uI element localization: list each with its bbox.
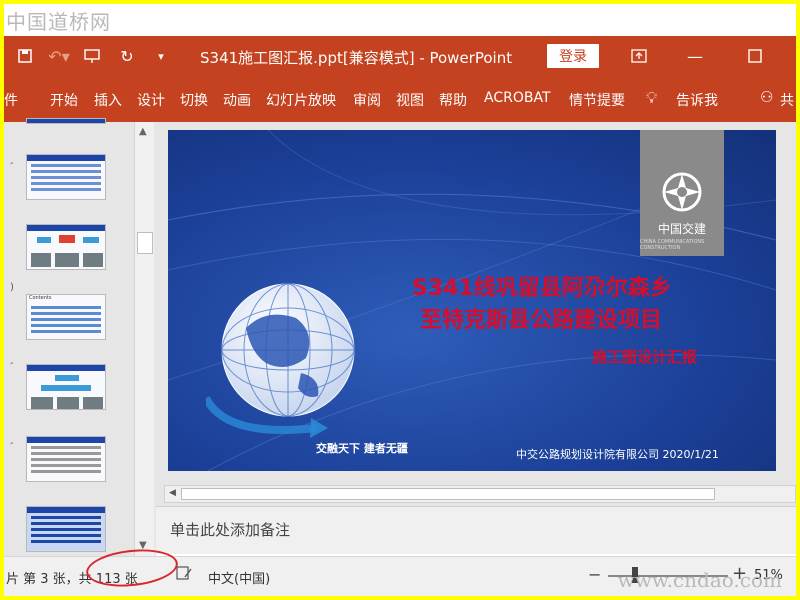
thumb-marker: -: [10, 158, 14, 169]
redo-icon[interactable]: ↻: [114, 43, 140, 69]
undo-icon[interactable]: ↶▾: [46, 43, 72, 69]
horizontal-scrollbar[interactable]: ◀: [164, 485, 796, 503]
tab-design[interactable]: 设计: [137, 90, 165, 110]
scroll-left-icon[interactable]: ◀: [169, 488, 176, 498]
maximize-icon[interactable]: [740, 44, 770, 68]
tab-insert[interactable]: 插入: [94, 90, 122, 110]
quick-access-toolbar: ↶▾ ↻ ▾: [12, 43, 182, 69]
thumb-marker: -: [10, 358, 14, 369]
tab-slideshow[interactable]: 幻灯片放映: [266, 90, 336, 110]
scrollbar-thumb[interactable]: [181, 488, 715, 500]
lightbulb-icon[interactable]: 💡︎: [646, 88, 657, 108]
scroll-up-icon[interactable]: ▲: [139, 126, 147, 137]
tab-view[interactable]: 视图: [396, 90, 424, 110]
logo-subtitle: CHINA COMMUNICATIONS CONSTRUCTION: [640, 239, 705, 251]
tab-share[interactable]: 共: [780, 90, 794, 110]
slide-thumbnail[interactable]: [26, 506, 106, 552]
tab-acrobat[interactable]: ACROBAT: [484, 90, 551, 106]
slide-thumbnail[interactable]: [26, 436, 106, 482]
ribbon-tabs: 件 开始 插入 设计 切换 动画 幻灯片放映 审阅 视图 帮助 ACROBAT …: [4, 76, 796, 122]
tab-animations[interactable]: 动画: [223, 90, 251, 110]
company-logo: 中国交建 CHINA COMMUNICATIONS CONSTRUCTION: [640, 130, 724, 256]
language-indicator[interactable]: 中文(中国): [208, 568, 270, 587]
tab-help[interactable]: 帮助: [439, 90, 467, 110]
slide-title-line1: S341线巩留县阿尕尔森乡: [412, 276, 672, 301]
share-icon[interactable]: ⚇: [760, 88, 773, 106]
login-button[interactable]: 登录: [547, 44, 599, 68]
tell-me-search[interactable]: 告诉我: [676, 90, 718, 110]
spelling-icon[interactable]: [176, 565, 192, 585]
slide-subtitle: 施工图设计汇报: [592, 348, 698, 366]
title-bar: ↶▾ ↻ ▾ S341施工图汇报.ppt[兼容模式] - PowerPoint …: [4, 36, 796, 76]
slide-thumbnail[interactable]: [26, 364, 106, 410]
thumbnail-scrollbar[interactable]: ▲ ▼: [134, 122, 154, 556]
notes-pane[interactable]: 单击此处添加备注: [156, 506, 796, 554]
scrollbar-thumb[interactable]: [137, 232, 153, 254]
ribbon-display-options-icon[interactable]: [624, 44, 654, 68]
slide-thumbnail[interactable]: Contents: [26, 294, 106, 340]
save-icon[interactable]: [12, 43, 38, 69]
tab-review[interactable]: 审阅: [353, 90, 381, 110]
tab-home[interactable]: 开始: [50, 90, 78, 110]
slide-thumbnail[interactable]: [26, 154, 106, 200]
watermark-top: 中国道桥网: [6, 10, 111, 34]
thumb-marker: -: [10, 438, 14, 449]
logo-name: 中国交建: [657, 222, 706, 236]
slide-slogan: 交融天下 建者无疆: [316, 442, 408, 455]
customize-toolbar-icon[interactable]: ▾: [148, 43, 174, 69]
slide-company-date: 中交公路规划设计院有限公司 2020/1/21: [516, 448, 719, 461]
tab-storyboard[interactable]: 情节提要: [569, 90, 625, 110]
globe-icon: [206, 283, 355, 438]
logo-emblem-icon: [662, 172, 702, 212]
current-slide[interactable]: 中国交建 CHINA COMMUNICATIONS CONSTRUCTION S…: [168, 130, 776, 471]
minimize-icon[interactable]: —: [680, 44, 710, 68]
app-window: 中国道桥网 ↶▾ ↻ ▾ S341施工图汇报.ppt[兼容模式] - Power…: [4, 4, 796, 596]
watermark-bottom: www.cndao.com: [617, 568, 782, 592]
slide-editing-area: 中国交建 CHINA COMMUNICATIONS CONSTRUCTION S…: [156, 122, 796, 506]
from-beginning-icon[interactable]: [80, 43, 106, 69]
slide-title-line2: 至特克斯县公路建设项目: [420, 308, 663, 333]
thumb-marker: ): [10, 282, 14, 293]
window-title: S341施工图汇报.ppt[兼容模式] - PowerPoint: [200, 49, 513, 67]
slide-thumbnail[interactable]: [26, 118, 106, 124]
slide-thumbnail[interactable]: [26, 224, 106, 270]
zoom-out-button[interactable]: −: [588, 565, 601, 584]
notes-placeholder: 单击此处添加备注: [170, 521, 291, 539]
tab-transitions[interactable]: 切换: [180, 90, 208, 110]
tab-file[interactable]: 件: [4, 90, 18, 110]
